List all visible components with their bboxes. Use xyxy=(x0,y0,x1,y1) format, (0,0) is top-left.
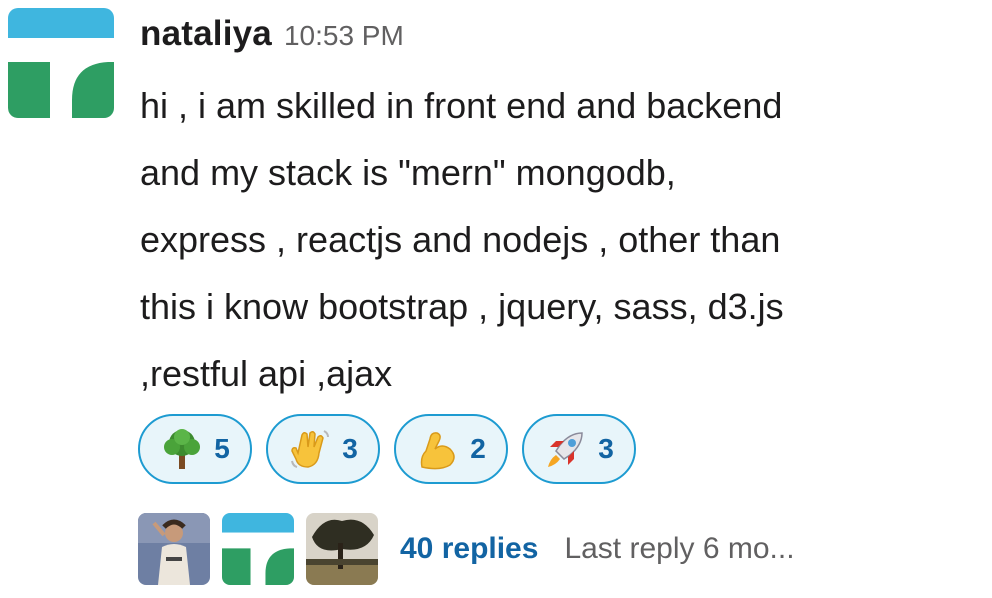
green-t-logo-icon xyxy=(222,513,294,585)
reaction-count: 2 xyxy=(470,433,486,464)
message-text: hi , i am skilled in front end and backe… xyxy=(140,85,784,394)
reaction-flexed-biceps[interactable]: 2 xyxy=(394,414,508,484)
flexed-biceps-emoji-icon xyxy=(416,427,460,471)
green-t-logo-icon xyxy=(8,8,114,118)
reaction-waving-hand[interactable]: 3 xyxy=(266,414,380,484)
reaction-count: 3 xyxy=(342,433,358,464)
thread-participant-avatar xyxy=(138,513,210,585)
person-photo-icon xyxy=(138,513,210,585)
tree-photo-icon xyxy=(306,513,378,585)
sender-avatar[interactable] xyxy=(8,8,114,118)
reaction-rocket[interactable]: 3 xyxy=(522,414,636,484)
tree-emoji-icon xyxy=(160,427,204,471)
last-reply-text: Last reply 6 mo... xyxy=(564,532,795,565)
message-header: nataliya 10:53 PM xyxy=(140,14,404,64)
reaction-tree[interactable]: 5 xyxy=(138,414,252,484)
replies-link[interactable]: 40 replies xyxy=(400,532,538,566)
waving-hand-emoji-icon xyxy=(288,427,332,471)
thread-participant-avatar xyxy=(306,513,378,585)
thread-participant-avatar xyxy=(222,513,294,585)
thread-summary[interactable]: 40 replies Last reply 6 mo... xyxy=(138,512,795,586)
reaction-count: 5 xyxy=(214,433,230,464)
reactions-bar: 5 3 2 3 xyxy=(138,414,636,486)
rocket-emoji-icon xyxy=(544,427,588,471)
sender-name[interactable]: nataliya xyxy=(140,14,272,54)
message: nataliya 10:53 PM hi , i am skilled in f… xyxy=(0,0,992,598)
reaction-count: 3 xyxy=(598,433,614,464)
message-timestamp[interactable]: 10:53 PM xyxy=(284,20,404,52)
